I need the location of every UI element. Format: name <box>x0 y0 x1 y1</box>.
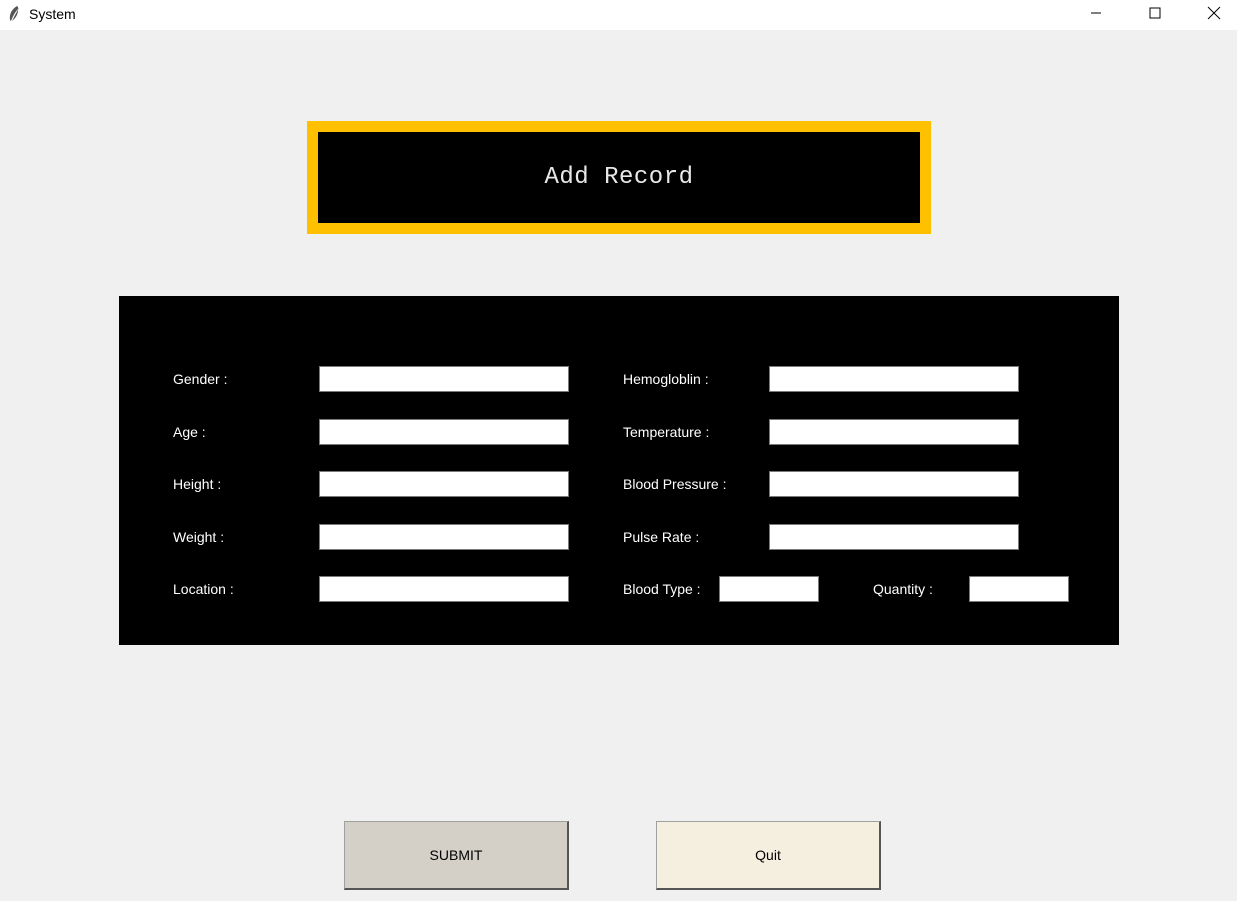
age-label: Age : <box>173 424 206 440</box>
blood-type-label: Blood Type : <box>623 581 701 597</box>
header-banner: Add Record <box>307 121 931 234</box>
quit-button[interactable]: Quit <box>656 821 881 890</box>
close-button[interactable] <box>1185 0 1237 30</box>
blood-type-field[interactable] <box>719 576 819 602</box>
quantity-label: Quantity : <box>873 581 933 597</box>
gender-label: Gender : <box>173 371 228 387</box>
weight-label: Weight : <box>173 529 225 545</box>
close-icon <box>1207 6 1221 25</box>
submit-button[interactable]: SUBMIT <box>344 821 569 890</box>
temperature-label: Temperature : <box>623 424 710 440</box>
record-form: Gender : Age : Height : Weight : Locatio… <box>119 296 1119 645</box>
blood-pressure-field[interactable] <box>769 471 1019 497</box>
maximize-icon <box>1149 6 1161 24</box>
hemoglobin-label: Hemogloblin : <box>623 371 709 387</box>
weight-field[interactable] <box>319 524 569 550</box>
window-title: System <box>29 6 76 22</box>
page-title: Add Record <box>544 164 694 191</box>
minimize-icon <box>1090 6 1102 24</box>
temperature-field[interactable] <box>769 419 1019 445</box>
hemoglobin-field[interactable] <box>769 366 1019 392</box>
location-label: Location : <box>173 581 234 597</box>
submit-button-label: SUBMIT <box>429 847 483 863</box>
maximize-button[interactable] <box>1126 0 1184 30</box>
blood-pressure-label: Blood Pressure : <box>623 476 727 492</box>
age-field[interactable] <box>319 419 569 445</box>
location-field[interactable] <box>319 576 569 602</box>
pulse-rate-field[interactable] <box>769 524 1019 550</box>
quit-button-label: Quit <box>755 847 781 863</box>
minimize-button[interactable] <box>1067 0 1125 30</box>
height-label: Height : <box>173 476 222 492</box>
quantity-field[interactable] <box>969 576 1069 602</box>
gender-field[interactable] <box>319 366 569 392</box>
feather-icon <box>6 5 22 23</box>
pulse-rate-label: Pulse Rate : <box>623 529 700 545</box>
title-bar[interactable]: System <box>0 0 1237 31</box>
height-field[interactable] <box>319 471 569 497</box>
app-window: System Add Record Gender : Age : Height … <box>0 0 1237 901</box>
